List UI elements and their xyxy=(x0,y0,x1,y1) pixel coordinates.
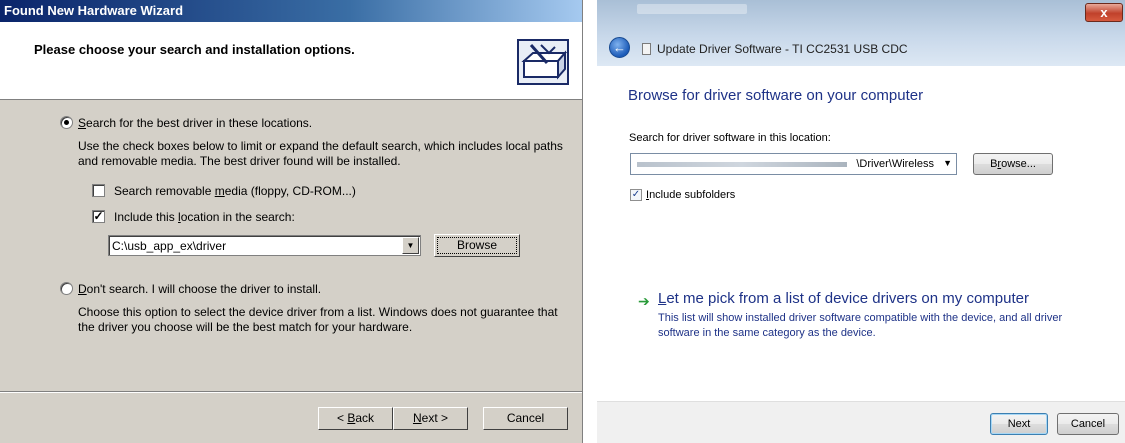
w7-browse-button[interactable]: Browse... xyxy=(973,153,1053,175)
hardware-wizard-icon xyxy=(517,39,569,85)
chevron-down-icon[interactable]: ▼ xyxy=(943,158,952,168)
search-location-label: Search for driver software in this locat… xyxy=(629,132,831,144)
include-subfolders-checkbox[interactable]: ✓ xyxy=(630,189,642,201)
found-new-hardware-wizard: Found New Hardware Wizard Please choose … xyxy=(0,0,583,443)
w7-window-title: Update Driver Software - TI CC2531 USB C… xyxy=(657,42,908,56)
dont-search-radio[interactable] xyxy=(60,282,73,295)
xp-header-title: Please choose your search and installati… xyxy=(34,42,355,57)
update-driver-software-dialog: x ← Update Driver Software - TI CC2531 U… xyxy=(597,0,1125,443)
w7-page-heading: Browse for driver software on your compu… xyxy=(628,87,924,104)
location-combobox[interactable]: C:\usb_app_ex\driver ▼ xyxy=(108,235,421,256)
xp-next-button[interactable]: Next > xyxy=(393,407,468,430)
xp-wizard-header: Please choose your search and installati… xyxy=(0,22,582,100)
xp-footer-separator xyxy=(0,391,582,393)
pick-driver-list-description: This list will show installed driver sof… xyxy=(658,312,1063,339)
w7-window-frame: x ← Update Driver Software - TI CC2531 U… xyxy=(597,0,1125,66)
pick-driver-list-link[interactable]: Let me pick from a list of device driver… xyxy=(658,290,1029,307)
back-arrow-icon[interactable]: ← xyxy=(609,37,630,58)
xp-cancel-button[interactable]: Cancel xyxy=(483,407,568,430)
xp-title-bar: Found New Hardware Wizard xyxy=(0,0,582,22)
dont-search-label[interactable]: Don't search. I will choose the driver t… xyxy=(78,282,321,296)
chevron-down-icon[interactable]: ▼ xyxy=(402,237,419,254)
driver-path-value[interactable]: \Driver\Wireless xyxy=(856,158,934,170)
removable-media-checkbox[interactable] xyxy=(92,184,105,197)
xp-back-button[interactable]: < Back xyxy=(318,407,393,430)
search-option-description: Use the check boxes below to limit or ex… xyxy=(78,139,563,168)
green-arrow-icon[interactable]: ➔ xyxy=(638,293,650,310)
driver-path-combobox[interactable]: \Driver\Wireless ▼ xyxy=(630,153,957,175)
dont-search-description: Choose this option to select the device … xyxy=(78,305,558,334)
include-subfolders-label[interactable]: Include subfolders xyxy=(646,189,735,201)
background-window-menu xyxy=(637,4,747,14)
device-icon xyxy=(642,43,651,55)
w7-next-button[interactable]: Next xyxy=(990,413,1048,435)
removable-media-label[interactable]: Search removable media (floppy, CD-ROM..… xyxy=(114,184,356,198)
w7-cancel-button[interactable]: Cancel xyxy=(1057,413,1119,435)
location-value[interactable]: C:\usb_app_ex\driver xyxy=(112,239,226,253)
close-icon[interactable]: x xyxy=(1085,3,1123,22)
w7-content-area xyxy=(597,66,1125,401)
include-location-label[interactable]: Include this location in the search: xyxy=(114,210,295,224)
xp-window-title: Found New Hardware Wizard xyxy=(4,3,184,18)
include-location-checkbox[interactable]: ✓ xyxy=(92,210,105,223)
blurred-path-segment xyxy=(637,162,847,167)
xp-browse-button[interactable]: Browse xyxy=(434,234,520,257)
search-best-driver-radio[interactable] xyxy=(60,116,73,129)
search-best-driver-label[interactable]: Search for the best driver in these loca… xyxy=(78,116,312,130)
